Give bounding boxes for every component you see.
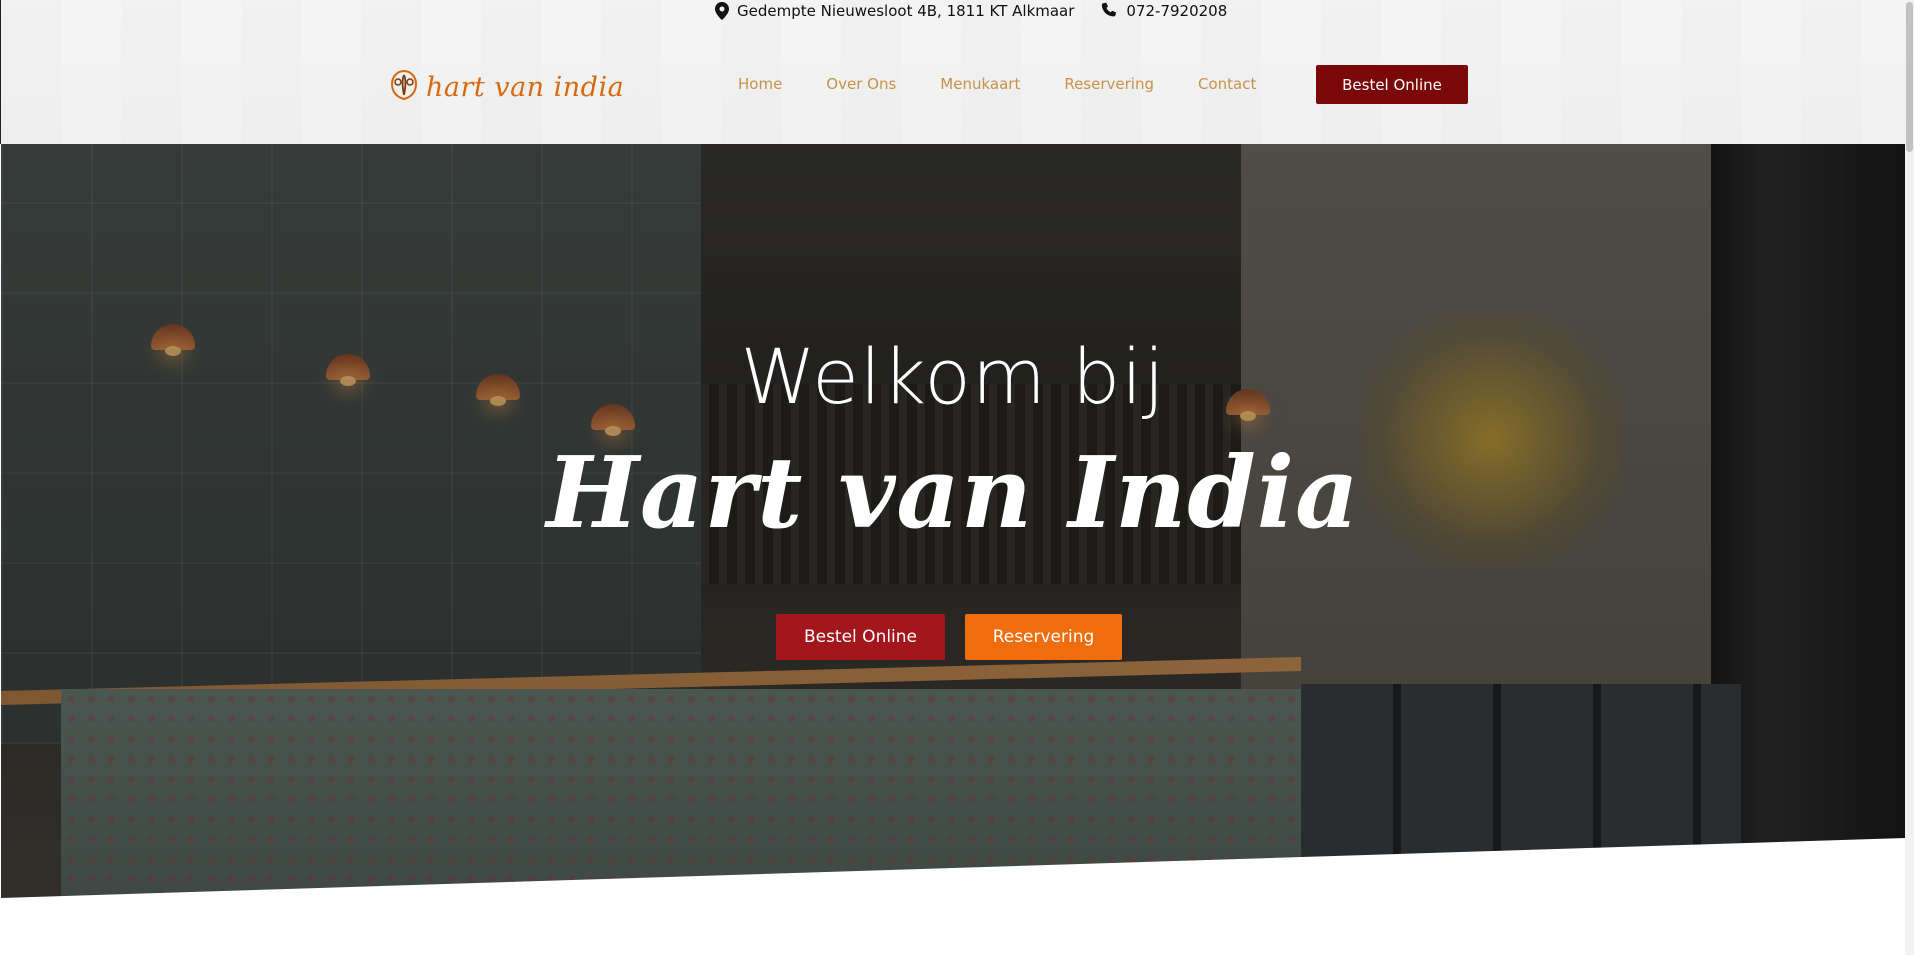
phone-item[interactable]: 072-7920208	[1100, 2, 1227, 20]
logo-emblem-icon	[386, 68, 422, 107]
phone-icon	[1100, 2, 1118, 20]
site-logo[interactable]: hart van india	[386, 68, 624, 107]
nav-item-over-ons[interactable]: Over Ons	[826, 74, 896, 94]
contact-bar: Gedempte Nieuwesloot 4B, 1811 KT Alkmaar…	[715, 0, 1227, 22]
address-item[interactable]: Gedempte Nieuwesloot 4B, 1811 KT Alkmaar	[715, 2, 1074, 20]
nav-item-menukaart[interactable]: Menukaart	[940, 74, 1020, 94]
hero-section: Welkom bij Hart van India Bestel Online …	[1, 144, 1905, 898]
scrollbar-thumb[interactable]	[1906, 2, 1913, 152]
hero-reserve-button[interactable]: Reservering	[965, 614, 1122, 660]
header-order-button[interactable]: Bestel Online	[1316, 65, 1468, 104]
hero-welcome-heading: Welkom bij	[740, 332, 1166, 421]
phone-text: 072-7920208	[1126, 2, 1228, 20]
site-header: Gedempte Nieuwesloot 4B, 1811 KT Alkmaar…	[0, 0, 1905, 144]
hero-brand-heading: Hart van India	[546, 436, 1360, 551]
main-nav: Home Over Ons Menukaart Reservering Cont…	[738, 74, 1300, 94]
nav-item-contact[interactable]: Contact	[1198, 74, 1256, 94]
page-scrollbar[interactable]	[1905, 0, 1914, 955]
address-text: Gedempte Nieuwesloot 4B, 1811 KT Alkmaar	[737, 2, 1075, 20]
nav-item-reservering[interactable]: Reservering	[1064, 74, 1154, 94]
nav-item-home[interactable]: Home	[738, 74, 782, 94]
logo-text: hart van india	[426, 72, 625, 103]
hero-cta-group: Bestel Online Reservering	[776, 614, 1122, 660]
location-pin-icon	[715, 2, 729, 20]
hero-order-button[interactable]: Bestel Online	[776, 614, 945, 660]
